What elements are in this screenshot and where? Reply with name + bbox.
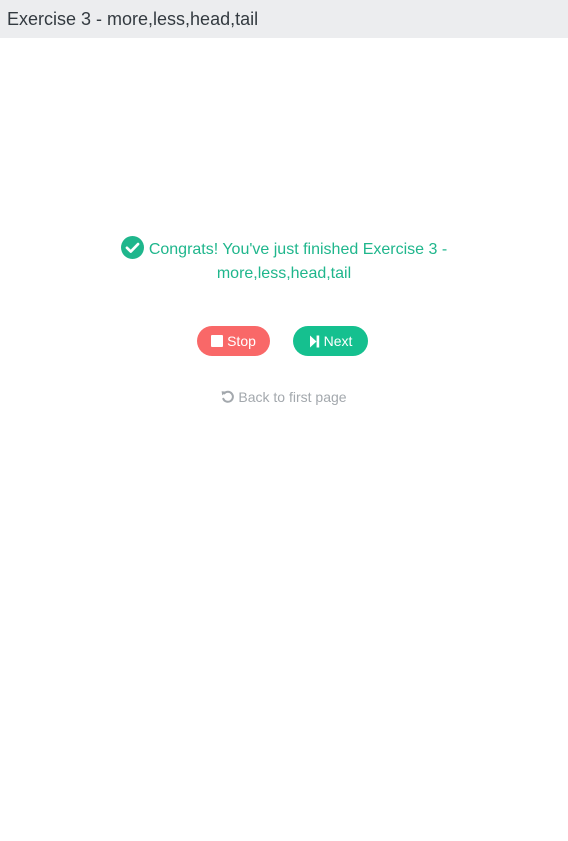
back-link-label: Back to first page — [238, 389, 347, 405]
step-forward-icon — [309, 335, 319, 347]
completion-message-line-1: Congrats! You've just finished Exercise … — [0, 236, 568, 262]
action-buttons: Stop Next — [0, 326, 568, 356]
stop-button[interactable]: Stop — [197, 326, 270, 356]
next-button-label: Next — [323, 333, 353, 349]
page-header: Exercise 3 - more,less,head,tail — [0, 0, 568, 38]
page-title: Exercise 3 - more,less,head,tail — [7, 8, 259, 29]
stop-button-label: Stop — [227, 333, 256, 349]
check-circle-icon — [120, 236, 144, 259]
completion-text-line-2: more,less,head,tail — [216, 265, 352, 282]
back-to-first-page-link[interactable]: Back to first page — [0, 389, 568, 405]
completion-text-line-1: Congrats! You've just finished Exercise … — [148, 241, 448, 258]
undo-icon — [222, 390, 235, 403]
stop-square-icon — [211, 335, 224, 347]
completion-message: Congrats! You've just finished Exercise … — [0, 236, 568, 286]
next-button[interactable]: Next — [293, 326, 368, 356]
